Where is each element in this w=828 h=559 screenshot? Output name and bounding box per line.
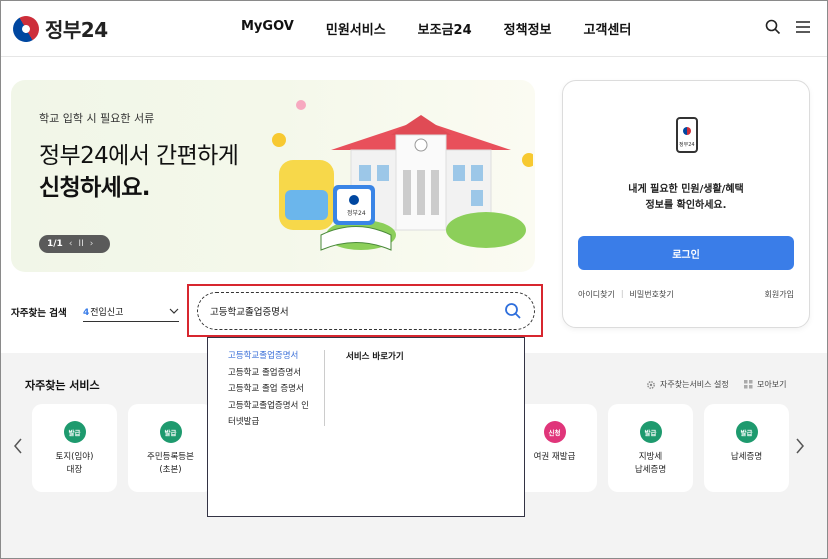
autocomplete-item[interactable]: 고등학교 졸업 증명서: [228, 381, 324, 398]
quick-search-value: 4전입신고: [83, 305, 123, 318]
issue-badge: 발급: [639, 421, 662, 443]
service-name: 주민등록등본 (초본): [147, 452, 194, 475]
service-card-tax-certificate[interactable]: 발급 납세증명: [704, 404, 789, 492]
next-arrow-icon[interactable]: [795, 437, 811, 457]
services-more-link[interactable]: 모아보기: [744, 379, 786, 390]
service-card-local-tax-certificate[interactable]: 발급 지방세 납세증명: [608, 404, 693, 492]
issue-badge: 발급: [735, 421, 758, 443]
autocomplete-item[interactable]: 고등학교졸업증명서 인: [228, 398, 324, 415]
autocomplete-item[interactable]: 터넷발급: [228, 414, 324, 431]
quick-search-select[interactable]: 4전입신고: [83, 301, 179, 322]
banner-pause-icon[interactable]: II: [78, 239, 83, 249]
service-shortcut-title: 서비스 바로가기: [346, 352, 404, 362]
menu-icon[interactable]: [793, 17, 813, 37]
autocomplete-dropdown: 고등학교졸업증명서 고등학교 졸업증명서 고등학교 졸업 증명서 고등학교졸업증…: [207, 337, 525, 517]
autocomplete-item[interactable]: 고등학교졸업증명서: [228, 348, 324, 365]
issue-badge: 발급: [159, 421, 182, 443]
nav-policy-info[interactable]: 정책정보: [504, 19, 552, 38]
service-card-land-register[interactable]: 발급 토지(임야) 대장: [32, 404, 117, 492]
autocomplete-item[interactable]: 고등학교 졸업증명서: [228, 365, 324, 382]
logo[interactable]: 정부24: [8, 10, 108, 47]
banner-title-line2: 신청하세요.: [39, 175, 151, 201]
login-button[interactable]: 로그인: [578, 236, 794, 270]
main-search-box: [197, 292, 535, 330]
phone-label: 정부24: [679, 142, 695, 148]
account-links: 아이디찾기 | 비밀번호찾기: [578, 289, 674, 300]
login-message: 내게 필요한 민원/생활/혜택 정보를 확인하세요.: [563, 182, 809, 214]
login-message-line1: 내게 필요한 민원/생활/혜택: [628, 184, 744, 195]
nav-civil-service[interactable]: 민원서비스: [326, 19, 386, 38]
logo-text: 정부24: [45, 18, 108, 42]
phone-icon: 정부24: [676, 117, 698, 153]
search-icon[interactable]: [763, 17, 783, 37]
issue-badge: 발급: [63, 421, 86, 443]
login-card: 정부24 내게 필요한 민원/생활/혜택 정보를 확인하세요. 로그인 아이디찾…: [562, 80, 810, 328]
service-card-resident-register[interactable]: 발급 주민등록등본 (초본): [128, 404, 213, 492]
banner-controls: 1/1 ‹ II ›: [39, 235, 110, 253]
prev-arrow-icon[interactable]: [13, 437, 29, 457]
services-setting-link[interactable]: 자주찾는서비스 설정: [646, 379, 729, 390]
search-icon[interactable]: [504, 302, 522, 320]
banner-prev-icon[interactable]: ‹: [69, 239, 73, 249]
services-title: 자주찾는 서비스: [25, 379, 100, 392]
quick-search-term: 전입신고: [90, 307, 124, 318]
school-illustration-icon: 정부24: [272, 100, 533, 251]
apply-badge: 신청: [543, 421, 566, 443]
services-more-label: 모아보기: [757, 380, 787, 389]
gear-icon: [647, 380, 655, 389]
chevron-down-icon: [169, 308, 179, 314]
autocomplete-list: 고등학교졸업증명서 고등학교 졸업증명서 고등학교 졸업 증명서 고등학교졸업증…: [228, 348, 324, 431]
find-id-link[interactable]: 아이디찾기: [578, 289, 615, 300]
service-name: 토지(임야) 대장: [55, 452, 94, 475]
banner-title-line1: 정부24에서 간편하게: [39, 143, 239, 169]
promo-banner[interactable]: 학교 입학 시 필요한 서류 정부24에서 간편하게 신청하세요. 1/1 ‹ …: [11, 80, 535, 272]
banner-next-icon[interactable]: ›: [90, 239, 94, 249]
search-input[interactable]: [210, 305, 490, 317]
quick-search-label: 자주찾는 검색: [11, 308, 67, 319]
grid-icon: [744, 380, 753, 389]
search-highlight-box: [187, 284, 543, 337]
main-nav: MyGOV 민원서비스 보조금24 정책정보 고객센터: [241, 19, 631, 38]
login-message-line2: 정보를 확인하세요.: [645, 200, 727, 211]
header: 정부24 MyGOV 민원서비스 보조금24 정책정보 고객센터: [1, 1, 827, 57]
nav-subsidy[interactable]: 보조금24: [418, 19, 472, 38]
join-link[interactable]: 회원가입: [765, 289, 794, 300]
link-divider: |: [620, 289, 624, 298]
quick-search-rank: 4: [83, 307, 90, 318]
find-password-link[interactable]: 비밀번호찾기: [630, 289, 674, 300]
phone-logo-icon: [683, 127, 691, 135]
autocomplete-divider: [324, 350, 325, 426]
nav-customer-center[interactable]: 고객센터: [584, 19, 632, 38]
service-name: 여권 재발급: [533, 452, 576, 462]
service-name: 지방세 납세증명: [634, 452, 667, 475]
services-setting-label: 자주찾는서비스 설정: [660, 380, 729, 389]
banner-page-indicator: 1/1: [47, 239, 63, 249]
service-name: 납세증명: [730, 452, 763, 462]
banner-subtitle: 학교 입학 시 필요한 서류: [39, 112, 155, 125]
taegeuk-logo-icon: [8, 10, 44, 47]
tablet-text: 정부24: [347, 210, 366, 217]
nav-mygov[interactable]: MyGOV: [241, 19, 294, 38]
